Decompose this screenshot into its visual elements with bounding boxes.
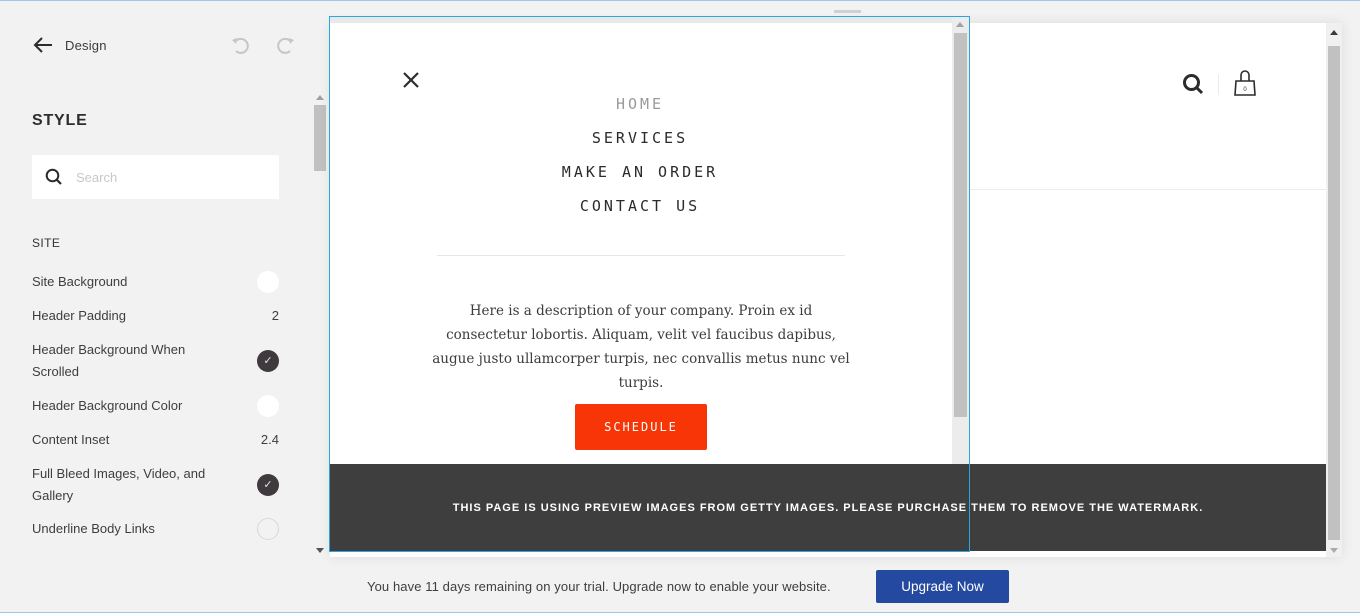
schedule-button[interactable]: SCHEDULE xyxy=(575,404,707,450)
sidebar-scrollbar[interactable] xyxy=(313,93,327,555)
checkbox-checked[interactable]: ✓ xyxy=(257,473,279,496)
option-value[interactable]: 2.4 xyxy=(261,429,279,451)
checkbox-checked[interactable]: ✓ xyxy=(257,349,279,372)
option-label: Underline Body Links xyxy=(32,521,155,536)
sidebar-topbar: Design xyxy=(32,35,296,55)
mobile-menu-panel[interactable]: HOME SERVICES MAKE AN ORDER CONTACT US H… xyxy=(329,16,970,552)
option-label: Site Background xyxy=(32,274,128,289)
nav-link-make-an-order[interactable]: MAKE AN ORDER xyxy=(330,155,950,189)
option-header-bg-scrolled[interactable]: Header Background When Scrolled ✓ xyxy=(32,333,279,388)
trial-banner: You have 11 days remaining on your trial… xyxy=(367,570,1009,603)
menu-divider xyxy=(437,255,845,256)
scroll-up-arrow-icon[interactable] xyxy=(956,22,964,27)
option-label: Full Bleed Images, Video, and Gallery xyxy=(32,465,206,503)
header-bottom-rule xyxy=(970,189,1326,190)
option-header-bg-color[interactable]: Header Background Color xyxy=(32,388,279,423)
option-label: Header Background When Scrolled xyxy=(32,341,186,379)
check-icon: ✓ xyxy=(263,478,273,491)
scroll-up-arrow-icon[interactable] xyxy=(1330,30,1338,35)
check-icon: ✓ xyxy=(263,354,273,367)
scrollbar-thumb[interactable] xyxy=(954,33,967,417)
cart-count: 0 xyxy=(1243,87,1247,93)
scroll-down-arrow-icon[interactable] xyxy=(1330,548,1338,553)
undo-icon[interactable] xyxy=(230,35,250,55)
style-search-field[interactable] xyxy=(32,155,279,199)
back-label[interactable]: Design xyxy=(65,38,107,53)
header-divider xyxy=(1218,74,1219,95)
panel-top-strip xyxy=(330,17,969,23)
nav-link-contact-us[interactable]: CONTACT US xyxy=(330,189,950,223)
option-underline-links[interactable]: Underline Body Links xyxy=(32,512,279,546)
company-description: Here is a description of your company. P… xyxy=(432,303,850,391)
option-label: Content Inset xyxy=(32,432,110,447)
arrow-left-icon[interactable] xyxy=(32,36,54,54)
upgrade-now-button[interactable]: Upgrade Now xyxy=(876,570,1009,603)
selection-outline-edge xyxy=(969,16,970,552)
scrollbar-thumb[interactable] xyxy=(314,105,326,171)
checkbox-unchecked[interactable] xyxy=(257,518,279,540)
nav-link-services[interactable]: SERVICES xyxy=(330,121,950,155)
color-swatch[interactable] xyxy=(257,394,279,417)
section-label-site: SITE xyxy=(32,236,61,250)
panel-title: STYLE xyxy=(32,112,88,129)
style-options-list: Site Background Header Padding 2 Header … xyxy=(32,265,279,546)
search-icon[interactable] xyxy=(1182,73,1204,95)
scroll-down-arrow-icon[interactable] xyxy=(316,548,324,553)
redo-icon[interactable] xyxy=(276,35,296,55)
option-content-inset[interactable]: Content Inset 2.4 xyxy=(32,423,279,457)
trial-message: You have 11 days remaining on your trial… xyxy=(367,579,831,594)
mobile-nav: HOME SERVICES MAKE AN ORDER CONTACT US xyxy=(330,87,950,223)
search-icon xyxy=(45,168,62,185)
option-full-bleed[interactable]: Full Bleed Images, Video, and Gallery ✓ xyxy=(32,457,279,512)
option-header-padding[interactable]: Header Padding 2 xyxy=(32,299,279,333)
menu-scrollbar[interactable] xyxy=(952,17,969,464)
design-sidebar: Design STYLE SITE Site Background Header… xyxy=(0,1,328,612)
option-value[interactable]: 2 xyxy=(272,305,279,327)
color-swatch[interactable] xyxy=(257,271,279,293)
option-label: Header Background Color xyxy=(32,397,183,413)
scrollbar-thumb[interactable] xyxy=(1328,46,1340,540)
watermark-bar xyxy=(330,464,969,551)
preview-scrollbar[interactable] xyxy=(1326,23,1342,557)
shopping-bag-icon[interactable]: 0 xyxy=(1233,69,1257,97)
nav-link-home[interactable]: HOME xyxy=(330,87,950,121)
option-site-background[interactable]: Site Background xyxy=(32,265,279,299)
search-input[interactable] xyxy=(76,169,256,185)
option-label: Header Padding xyxy=(32,308,126,323)
resize-drag-handle[interactable] xyxy=(834,10,861,13)
scroll-up-arrow-icon[interactable] xyxy=(316,95,324,100)
